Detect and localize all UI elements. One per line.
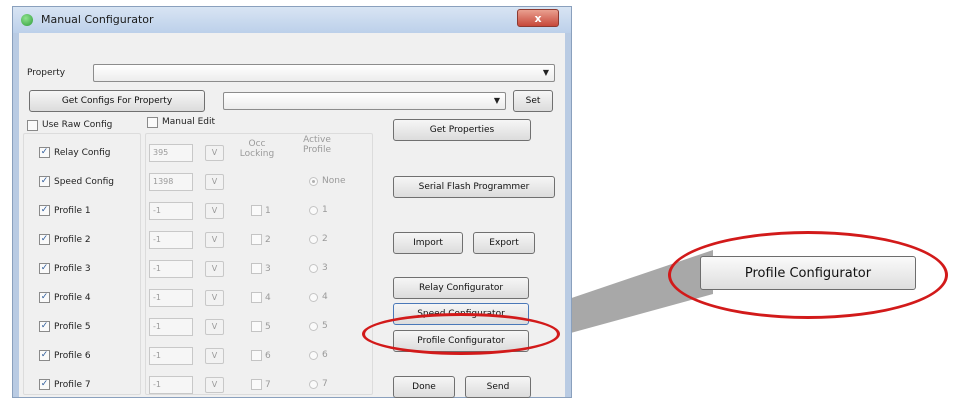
window-title: Manual Configurator <box>41 13 154 26</box>
occ-locking-checkbox[interactable] <box>251 234 262 245</box>
row-label: Profile 3 <box>54 264 91 274</box>
send-button[interactable]: Send <box>465 376 531 398</box>
active-profile-radio-label: 5 <box>322 321 328 331</box>
occ-locking-label: 1 <box>265 206 271 216</box>
row-value-field[interactable]: -1 <box>149 376 193 394</box>
use-raw-config-label: Use Raw Config <box>42 120 113 130</box>
row-v-button[interactable]: V <box>205 261 224 277</box>
row-v-button[interactable]: V <box>205 348 224 364</box>
active-profile-radio[interactable] <box>309 322 318 331</box>
active-profile-radio-label: 6 <box>322 350 328 360</box>
property-dropdown[interactable]: ▼ <box>93 64 555 82</box>
active-profile-radio[interactable] <box>309 235 318 244</box>
row-v-button[interactable]: V <box>205 203 224 219</box>
row-v-button[interactable]: V <box>205 319 224 335</box>
row-checkbox[interactable]: ✓ <box>39 205 50 216</box>
occ-locking-label: 3 <box>265 264 271 274</box>
row-value-field[interactable]: -1 <box>149 202 193 220</box>
row-label: Profile 4 <box>54 293 91 303</box>
active-profile-radio[interactable] <box>309 206 318 215</box>
row-v-button[interactable]: V <box>205 377 224 393</box>
config-dropdown[interactable]: ▼ <box>223 92 506 110</box>
row-label: Relay Config <box>54 148 111 158</box>
use-raw-config-checkbox[interactable] <box>27 120 38 131</box>
row-label: Profile 2 <box>54 235 91 245</box>
occ-locking-label: 4 <box>265 293 271 303</box>
close-button[interactable]: x <box>517 9 559 27</box>
row-v-button[interactable]: V <box>205 290 224 306</box>
row-label: Profile 6 <box>54 351 91 361</box>
property-label: Property <box>27 68 66 78</box>
title-bar: Manual Configurator x <box>13 7 571 33</box>
manual-edit-checkbox[interactable] <box>147 117 158 128</box>
export-button[interactable]: Export <box>473 232 535 254</box>
chevron-down-icon: ▼ <box>542 68 549 77</box>
row-v-button[interactable]: V <box>205 145 224 161</box>
row-value-field[interactable]: 1398 <box>149 173 193 191</box>
active-profile-radio[interactable] <box>309 293 318 302</box>
row-v-button[interactable]: V <box>205 232 224 248</box>
row-checkbox[interactable]: ✓ <box>39 350 50 361</box>
chevron-down-icon: ▼ <box>493 96 500 105</box>
get-properties-button[interactable]: Get Properties <box>393 119 531 141</box>
app-icon <box>21 14 33 26</box>
highlight-ellipse <box>362 313 560 355</box>
occ-locking-checkbox[interactable] <box>251 292 262 303</box>
active-profile-radio-label: None <box>322 176 346 186</box>
occ-locking-checkbox[interactable] <box>251 263 262 274</box>
import-button[interactable]: Import <box>393 232 463 254</box>
row-value-field[interactable]: -1 <box>149 260 193 278</box>
row-checkbox[interactable]: ✓ <box>39 321 50 332</box>
occ-locking-label: 6 <box>265 351 271 361</box>
done-button[interactable]: Done <box>393 376 455 398</box>
row-value-field[interactable]: 395 <box>149 144 193 162</box>
occ-locking-header: Occ Locking <box>239 139 275 159</box>
row-checkbox[interactable]: ✓ <box>39 234 50 245</box>
row-value-field[interactable]: -1 <box>149 289 193 307</box>
occ-locking-checkbox[interactable] <box>251 350 262 361</box>
row-label: Speed Config <box>54 177 114 187</box>
row-checkbox[interactable]: ✓ <box>39 263 50 274</box>
row-v-button[interactable]: V <box>205 174 224 190</box>
occ-locking-label: 7 <box>265 380 271 390</box>
relay-configurator-button[interactable]: Relay Configurator <box>393 277 529 299</box>
row-checkbox[interactable]: ✓ <box>39 147 50 158</box>
active-profile-radio-label: 1 <box>322 205 328 215</box>
occ-locking-checkbox[interactable] <box>251 379 262 390</box>
active-profile-radio[interactable] <box>309 351 318 360</box>
row-label: Profile 7 <box>54 380 91 390</box>
close-icon: x <box>534 12 542 25</box>
occ-locking-label: 5 <box>265 322 271 332</box>
row-checkbox[interactable]: ✓ <box>39 379 50 390</box>
row-value-field[interactable]: -1 <box>149 231 193 249</box>
set-button[interactable]: Set <box>513 90 553 112</box>
row-value-field[interactable]: -1 <box>149 347 193 365</box>
get-configs-button[interactable]: Get Configs For Property <box>29 90 205 112</box>
occ-locking-checkbox[interactable] <box>251 321 262 332</box>
active-profile-radio[interactable] <box>309 177 318 186</box>
row-label: Profile 1 <box>54 206 91 216</box>
active-profile-header: Active Profile <box>303 135 331 155</box>
serial-flash-programmer-button[interactable]: Serial Flash Programmer <box>393 176 555 198</box>
screenshot-canvas: Manual Configurator x Property ▼ Get Con… <box>0 0 977 398</box>
active-profile-radio[interactable] <box>309 264 318 273</box>
row-value-field[interactable]: -1 <box>149 318 193 336</box>
profile-configurator-callout-button: Profile Configurator <box>700 256 916 290</box>
active-profile-radio-label: 7 <box>322 379 328 389</box>
active-profile-radio-label: 4 <box>322 292 328 302</box>
row-checkbox[interactable]: ✓ <box>39 176 50 187</box>
occ-locking-checkbox[interactable] <box>251 205 262 216</box>
active-profile-radio-label: 3 <box>322 263 328 273</box>
row-checkbox[interactable]: ✓ <box>39 292 50 303</box>
manual-edit-label: Manual Edit <box>162 117 215 127</box>
row-label: Profile 5 <box>54 322 91 332</box>
active-profile-radio-label: 2 <box>322 234 328 244</box>
active-profile-radio[interactable] <box>309 380 318 389</box>
occ-locking-label: 2 <box>265 235 271 245</box>
